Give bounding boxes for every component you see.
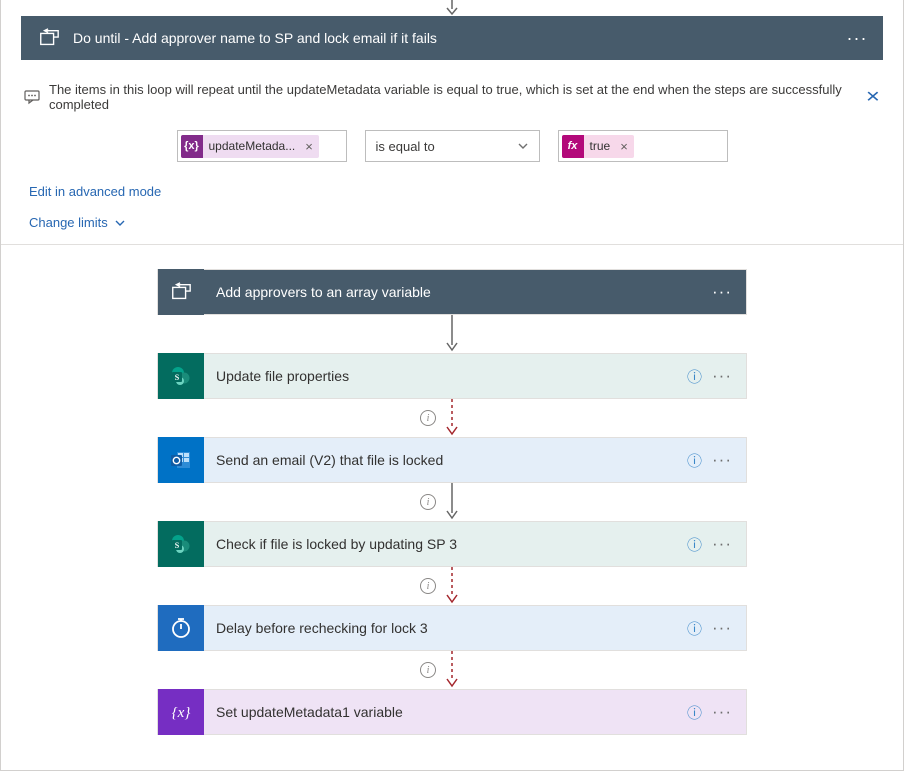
actions-column: Add approvers to an array variable ··· S… xyxy=(21,245,883,735)
comment-icon xyxy=(21,89,43,105)
variable-icon: {x} xyxy=(158,689,204,735)
connector-info-icon[interactable]: i xyxy=(420,410,436,426)
help-icon[interactable]: ⓘ xyxy=(681,366,708,387)
connector-error-arrow: i xyxy=(445,651,459,689)
action-add-approvers-array[interactable]: Add approvers to an array variable ··· xyxy=(157,269,747,315)
comment-text: The items in this loop will repeat until… xyxy=(43,82,863,112)
svg-text:S: S xyxy=(175,373,180,382)
action-more-menu[interactable]: ··· xyxy=(708,618,736,638)
action-title: Set updateMetadata1 variable xyxy=(204,704,681,720)
help-icon[interactable]: ⓘ xyxy=(681,618,708,639)
expression-badge-icon: fx xyxy=(562,135,584,158)
condition-operator-dropdown[interactable]: is equal to xyxy=(365,130,540,162)
action-more-menu[interactable]: ··· xyxy=(708,450,736,470)
action-more-menu[interactable]: ··· xyxy=(708,366,736,386)
do-until-body: The items in this loop will repeat until… xyxy=(1,60,903,735)
do-until-more-menu[interactable]: ··· xyxy=(843,28,871,49)
help-icon[interactable]: ⓘ xyxy=(681,702,708,723)
do-until-icon xyxy=(33,22,65,54)
connector-info-icon[interactable]: i xyxy=(420,494,436,510)
action-title: Send an email (V2) that file is locked xyxy=(204,452,681,468)
action-send-email[interactable]: Send an email (V2) that file is locked ⓘ… xyxy=(157,437,747,483)
connector-info-icon[interactable]: i xyxy=(420,578,436,594)
incoming-arrow xyxy=(1,0,903,16)
expression-token-remove-icon[interactable]: × xyxy=(616,139,630,154)
links-area: Edit in advanced mode Change limits xyxy=(21,180,883,244)
connector-info-icon[interactable]: i xyxy=(420,662,436,678)
connector-error-arrow: i xyxy=(445,567,459,605)
action-set-variable[interactable]: {x} Set updateMetadata1 variable ⓘ ··· xyxy=(157,689,747,735)
condition-row: {x} updateMetada... × is equal to fx tru… xyxy=(21,130,883,162)
action-title: Delay before rechecking for lock 3 xyxy=(204,620,681,636)
action-title: Update file properties xyxy=(204,368,681,384)
sharepoint-icon: S xyxy=(158,353,204,399)
connector-arrow: i xyxy=(445,483,459,521)
condition-right-input[interactable]: fx true × xyxy=(558,130,728,162)
help-icon[interactable]: ⓘ xyxy=(681,534,708,555)
expression-token[interactable]: fx true × xyxy=(562,135,634,158)
action-delay[interactable]: Delay before rechecking for lock 3 ⓘ ··· xyxy=(157,605,747,651)
condition-left-input[interactable]: {x} updateMetada... × xyxy=(177,130,347,162)
svg-text:{x}: {x} xyxy=(172,705,191,721)
do-until-header[interactable]: Do until - Add approver name to SP and l… xyxy=(21,16,883,60)
outlook-icon xyxy=(158,437,204,483)
sharepoint-icon: S xyxy=(158,521,204,567)
action-title: Add approvers to an array variable xyxy=(204,284,708,300)
chevron-down-icon xyxy=(517,140,529,152)
action-update-file-properties[interactable]: S Update file properties ⓘ ··· xyxy=(157,353,747,399)
action-title: Check if file is locked by updating SP 3 xyxy=(204,536,681,552)
action-more-menu[interactable]: ··· xyxy=(708,702,736,722)
loop-icon xyxy=(158,269,204,315)
variable-token[interactable]: {x} updateMetada... × xyxy=(181,135,319,158)
action-check-file-locked[interactable]: S Check if file is locked by updating SP… xyxy=(157,521,747,567)
comment-row: The items in this loop will repeat until… xyxy=(21,82,883,112)
chevron-down-icon xyxy=(114,217,126,229)
expression-token-label: true xyxy=(584,139,617,153)
do-until-title: Do until - Add approver name to SP and l… xyxy=(65,30,843,46)
svg-text:S: S xyxy=(175,541,180,550)
edit-advanced-link[interactable]: Edit in advanced mode xyxy=(29,184,161,199)
help-icon[interactable]: ⓘ xyxy=(681,450,708,471)
action-more-menu[interactable]: ··· xyxy=(708,534,736,554)
connector-arrow xyxy=(445,315,459,353)
timer-icon xyxy=(158,605,204,651)
variable-token-label: updateMetada... xyxy=(203,139,302,153)
variable-badge-icon: {x} xyxy=(181,135,203,158)
variable-token-remove-icon[interactable]: × xyxy=(301,139,315,154)
action-more-menu[interactable]: ··· xyxy=(708,282,736,302)
operator-label: is equal to xyxy=(376,139,435,154)
change-limits-link[interactable]: Change limits xyxy=(29,215,108,230)
comment-close-icon[interactable]: × xyxy=(861,86,885,109)
connector-error-arrow: i xyxy=(445,399,459,437)
flow-designer-canvas: Do until - Add approver name to SP and l… xyxy=(0,0,904,771)
